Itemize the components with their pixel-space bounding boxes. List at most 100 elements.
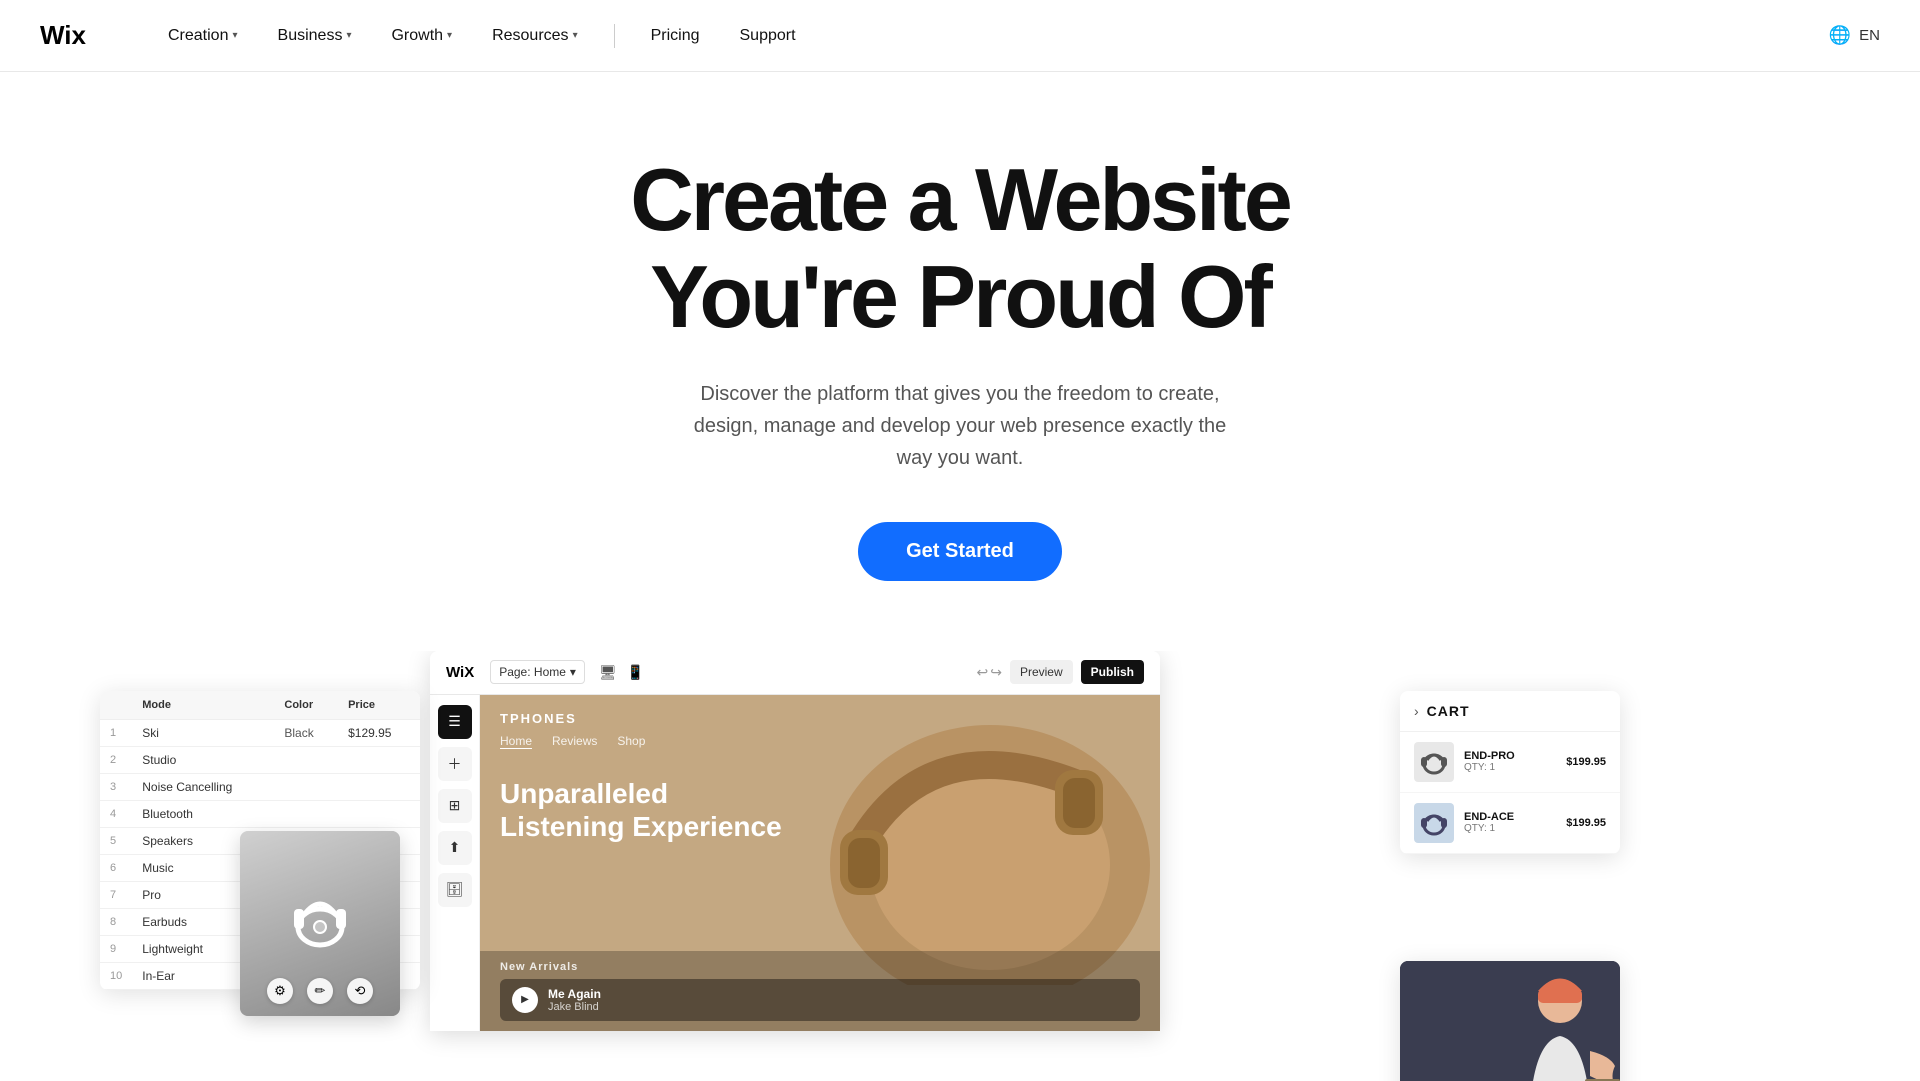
col-price: Price xyxy=(338,691,420,720)
row-mode: Bluetooth xyxy=(132,800,274,827)
editor-sidebar: ☰ ＋ ⊞ ⬆ 🗄 xyxy=(430,695,480,1031)
hero-headline: Create a Website You're Proud Of xyxy=(510,152,1410,346)
page-selector[interactable]: Page: Home ▾ xyxy=(490,660,585,684)
big-headphone-icon xyxy=(730,695,1160,985)
chevron-down-icon: ▾ xyxy=(570,665,576,679)
row-num: 1 xyxy=(100,719,132,746)
row-price xyxy=(338,800,420,827)
play-button[interactable]: ▶ xyxy=(512,987,538,1013)
row-num: 9 xyxy=(100,935,132,962)
cart-header: › CART xyxy=(1400,691,1620,732)
upload-icon[interactable]: ⬆ xyxy=(438,831,472,865)
row-num: 10 xyxy=(100,962,132,989)
edit-icon[interactable]: ✏ xyxy=(307,978,333,1004)
cart-item-price: $199.95 xyxy=(1566,817,1606,829)
table-row: 2 Studio xyxy=(100,746,420,773)
row-price: $129.95 xyxy=(338,719,420,746)
pages-icon[interactable]: ☰ xyxy=(438,705,472,739)
row-num: 7 xyxy=(100,881,132,908)
svg-text:Wix: Wix xyxy=(40,22,87,50)
track-info: Me Again Jake Blind xyxy=(548,987,601,1013)
row-num: 4 xyxy=(100,800,132,827)
settings-icon[interactable]: ⚙ xyxy=(267,978,293,1004)
editor-logo: WiX xyxy=(446,664,474,681)
wix-logo-icon: Wix xyxy=(40,22,100,50)
row-mode: Noise Cancelling xyxy=(132,773,274,800)
row-price xyxy=(338,773,420,800)
headphone-hero-image xyxy=(730,695,1160,985)
nav-item-growth[interactable]: Growth ▾ xyxy=(371,0,472,72)
editor-main-canvas: TPHONES Home Reviews Shop Unparalleled L… xyxy=(480,695,1160,1031)
language-selector[interactable]: 🌐 EN xyxy=(1829,25,1880,46)
mobile-view-icon[interactable]: 📱 xyxy=(625,662,646,683)
row-mode: Ski xyxy=(132,719,274,746)
row-color xyxy=(274,746,338,773)
apps-icon[interactable]: ⊞ xyxy=(438,789,472,823)
col-mode: Mode xyxy=(132,691,274,720)
cart-item-qty: QTY: 1 xyxy=(1464,823,1556,834)
nav-item-business[interactable]: Business ▾ xyxy=(258,0,372,72)
new-arrivals-label: New Arrivals xyxy=(500,961,1140,973)
row-num: 6 xyxy=(100,854,132,881)
track-title: Me Again xyxy=(548,987,601,1001)
cart-item-details: END-PRO QTY: 1 xyxy=(1464,750,1556,773)
editor-toolbar: WiX Page: Home ▾ 🖥 📱 ↩ ↪ Preview Publish xyxy=(430,651,1160,695)
cart-item: END-PRO QTY: 1 $199.95 xyxy=(1400,732,1620,793)
navbar: Wix Creation ▾ Business ▾ Growth ▾ Resou… xyxy=(0,0,1920,72)
desktop-view-icon[interactable]: 🖥 xyxy=(597,662,619,683)
preview-button[interactable]: Preview xyxy=(1010,660,1073,684)
row-num: 3 xyxy=(100,773,132,800)
chevron-down-icon: ▾ xyxy=(447,30,452,41)
globe-icon: 🌐 xyxy=(1829,25,1851,46)
row-num: 2 xyxy=(100,746,132,773)
publish-button[interactable]: Publish xyxy=(1081,660,1144,684)
cart-panel: › CART END-PRO QTY: 1 $199.95 xyxy=(1400,691,1620,854)
table-row: 4 Bluetooth xyxy=(100,800,420,827)
editor-content-area: ☰ ＋ ⊞ ⬆ 🗄 TPHONES Home Reviews Shop xyxy=(430,695,1160,1031)
headphone-cart-icon xyxy=(1416,805,1452,841)
row-color xyxy=(274,773,338,800)
row-color: Black xyxy=(274,719,338,746)
redo-button[interactable]: ↪ xyxy=(990,664,1002,681)
headphone-cart-icon xyxy=(1416,744,1452,780)
logo[interactable]: Wix xyxy=(40,22,100,50)
undo-button[interactable]: ↩ xyxy=(977,664,989,681)
headphone-preview-card: ⚙ ✏ ⟲ xyxy=(240,831,400,1016)
row-mode: Studio xyxy=(132,746,274,773)
nav-item-support[interactable]: Support xyxy=(720,27,816,45)
row-color xyxy=(274,800,338,827)
get-started-button[interactable]: Get Started xyxy=(858,522,1062,581)
track-artist: Jake Blind xyxy=(548,1001,601,1013)
nav-item-pricing[interactable]: Pricing xyxy=(631,27,720,45)
nav-item-resources[interactable]: Resources ▾ xyxy=(472,0,598,72)
nav-shop[interactable]: Shop xyxy=(617,734,645,749)
cart-title: CART xyxy=(1427,703,1470,719)
chevron-down-icon: ▾ xyxy=(573,30,578,41)
nav-item-creation[interactable]: Creation ▾ xyxy=(148,0,258,72)
new-arrivals-section: New Arrivals ▶ Me Again Jake Blind xyxy=(480,951,1160,1031)
database-icon[interactable]: 🗄 xyxy=(438,873,472,907)
chevron-down-icon: ▾ xyxy=(346,30,351,41)
row-num: 8 xyxy=(100,908,132,935)
cart-item-qty: QTY: 1 xyxy=(1464,762,1556,773)
cart-item-name: END-ACE xyxy=(1464,811,1556,823)
add-icon[interactable]: ＋ xyxy=(438,747,472,781)
headphone-preview-icon xyxy=(280,883,360,963)
showcase-area: Mode Color Price 1 Ski Black $129.95 2 S… xyxy=(0,651,1920,1081)
nav-reviews[interactable]: Reviews xyxy=(552,734,597,749)
editor-panel: WiX Page: Home ▾ 🖥 📱 ↩ ↪ Preview Publish… xyxy=(430,651,1160,1031)
cart-arrow-icon: › xyxy=(1414,703,1419,719)
nav-divider xyxy=(614,24,615,48)
row-num: 5 xyxy=(100,827,132,854)
nav-home[interactable]: Home xyxy=(500,734,532,749)
cart-item-image xyxy=(1414,803,1454,843)
hero-section: Create a Website You're Proud Of Discove… xyxy=(0,72,1920,641)
table-row: 1 Ski Black $129.95 xyxy=(100,719,420,746)
cart-item-price: $199.95 xyxy=(1566,756,1606,768)
table-row: 3 Noise Cancelling xyxy=(100,773,420,800)
cart-item: END-ACE QTY: 1 $199.95 xyxy=(1400,793,1620,854)
hero-subtext: Discover the platform that gives you the… xyxy=(680,378,1240,474)
chevron-down-icon: ▾ xyxy=(232,30,237,41)
cart-item-details: END-ACE QTY: 1 xyxy=(1464,811,1556,834)
transform-icon[interactable]: ⟲ xyxy=(347,978,373,1004)
